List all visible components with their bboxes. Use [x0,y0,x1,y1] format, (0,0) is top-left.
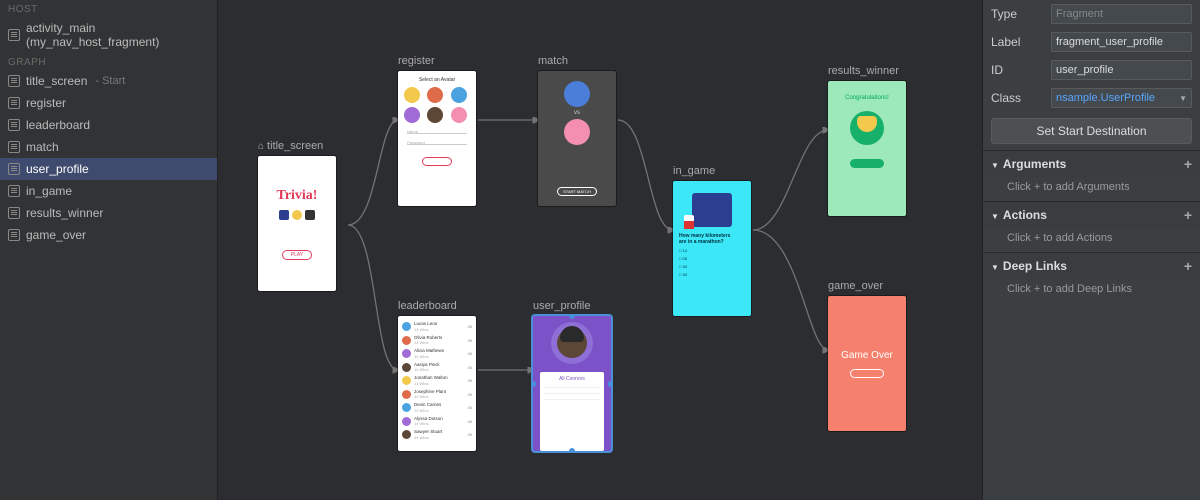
leaderboard-row: Josephine Plant14 Wins45 [402,388,472,402]
prop-val-id[interactable]: user_profile [1051,60,1192,80]
leaderboard-row: Olivia Roberts14 Wins45 [402,334,472,348]
host-item-label: activity_main (my_nav_host_fragment) [26,21,209,49]
node-leaderboard[interactable]: leaderboard Lucas Leon14 Wins45Olivia Ro… [398,300,476,451]
node-user-profile[interactable]: user_profile Ali Connors [533,300,611,451]
layout-file-icon [8,163,20,175]
layout-file-icon [8,29,20,41]
graph-item-label: in_game [26,184,72,198]
section-actions-header[interactable]: ▼Actions + [983,202,1200,228]
prop-key-id: ID [991,63,1041,77]
layout-file-icon [8,119,20,131]
node-label: register [398,55,435,67]
graph-item-label: leaderboard [26,118,90,132]
prop-val-label[interactable]: fragment_user_profile [1051,32,1192,52]
graph-item-label: game_over [26,228,86,242]
graph-item-label: results_winner [26,206,103,220]
prop-val-class[interactable]: nsample.UserProfile ▼ [1051,88,1192,108]
host-item[interactable]: activity_main (my_nav_host_fragment) [0,17,217,53]
leaderboard-row: Lucas Leon14 Wins45 [402,320,472,334]
node-results-winner[interactable]: results_winner Congratulations! [828,65,906,216]
node-match[interactable]: match vs START MATCH [538,55,616,206]
preview-user-profile: Ali Connors [533,316,611,451]
section-arguments-header[interactable]: ▼Arguments + [983,151,1200,177]
add-argument-icon[interactable]: + [1184,156,1192,172]
attributes-panel: Type Fragment Label fragment_user_profil… [982,0,1200,500]
prop-val-type[interactable]: Fragment [1051,4,1192,24]
leaderboard-row: Devin Carnes14 Wins45 [402,401,472,415]
layout-file-icon [8,75,20,87]
leaderboard-row: Jonathan Walton14 Wins45 [402,374,472,388]
node-label: results_winner [828,65,899,77]
graph-item-match[interactable]: match [0,136,217,158]
preview-game-over: Game Over [828,296,906,431]
set-start-destination-button[interactable]: Set Start Destination [991,118,1192,144]
leaderboard-row: Aasiya Fleck14 Wins45 [402,361,472,375]
graph-header: GRAPH [0,53,217,70]
node-label: leaderboard [398,300,457,312]
graph-item-leaderboard[interactable]: leaderboard [0,114,217,136]
chevron-down-icon: ▼ [991,161,999,170]
actions-hint[interactable]: Click + to add Actions [983,228,1200,252]
leaderboard-row: Alicia Mathews14 Wins45 [402,347,472,361]
layout-file-icon [8,97,20,109]
chevron-down-icon: ▼ [991,212,999,221]
node-game-over[interactable]: game_over Game Over [828,280,906,431]
leaderboard-row: Alyssa Dotson14 Wins45 [402,415,472,429]
home-icon: ⌂ [258,141,264,152]
node-label: game_over [828,280,883,292]
node-label: match [538,55,568,67]
node-register[interactable]: register Select an Avatar Name Password [398,55,476,206]
node-title-screen[interactable]: ⌂ title_screen Trivia! PLAY [258,140,336,291]
preview-match: vs START MATCH [538,71,616,206]
nav-graph-canvas[interactable]: ⌂ title_screen Trivia! PLAY register Sel… [218,0,982,500]
prop-key-label: Label [991,35,1041,49]
graph-item-label: register [26,96,66,110]
section-deeplinks-header[interactable]: ▼Deep Links + [983,253,1200,279]
graph-item-game_over[interactable]: game_over [0,224,217,246]
layout-file-icon [8,141,20,153]
graph-item-in_game[interactable]: in_game [0,180,217,202]
chevron-down-icon: ▼ [991,263,999,272]
start-suffix: - Start [95,75,125,87]
layout-file-icon [8,207,20,219]
node-label: ⌂ title_screen [258,140,323,152]
graph-item-label: title_screen [26,74,87,88]
node-in-game[interactable]: in_game How many kilometers are in a mar… [673,165,751,316]
graph-item-user_profile[interactable]: user_profile [0,158,217,180]
add-deeplink-icon[interactable]: + [1184,258,1192,274]
chevron-down-icon: ▼ [1179,94,1187,103]
graph-item-register[interactable]: register [0,92,217,114]
layout-file-icon [8,185,20,197]
destinations-panel: HOST activity_main (my_nav_host_fragment… [0,0,218,500]
graph-item-results_winner[interactable]: results_winner [0,202,217,224]
preview-in-game: How many kilometers are in a marathon? □… [673,181,751,316]
graph-item-label: match [26,140,59,154]
arguments-hint[interactable]: Click + to add Arguments [983,177,1200,201]
preview-register: Select an Avatar Name Password [398,71,476,206]
deeplinks-hint[interactable]: Click + to add Deep Links [983,279,1200,303]
graph-item-title_screen[interactable]: title_screen - Start [0,70,217,92]
prop-key-type: Type [991,7,1041,21]
leaderboard-row: Sawyer Stuart14 Wins45 [402,428,472,442]
node-label: in_game [673,165,715,177]
prop-key-class: Class [991,91,1041,105]
preview-results-winner: Congratulations! [828,81,906,216]
layout-file-icon [8,229,20,241]
host-header: HOST [0,0,217,17]
add-action-icon[interactable]: + [1184,207,1192,223]
preview-leaderboard: Lucas Leon14 Wins45Olivia Roberts14 Wins… [398,316,476,451]
graph-item-label: user_profile [26,162,89,176]
node-label: user_profile [533,300,590,312]
preview-title-screen: Trivia! PLAY [258,156,336,291]
